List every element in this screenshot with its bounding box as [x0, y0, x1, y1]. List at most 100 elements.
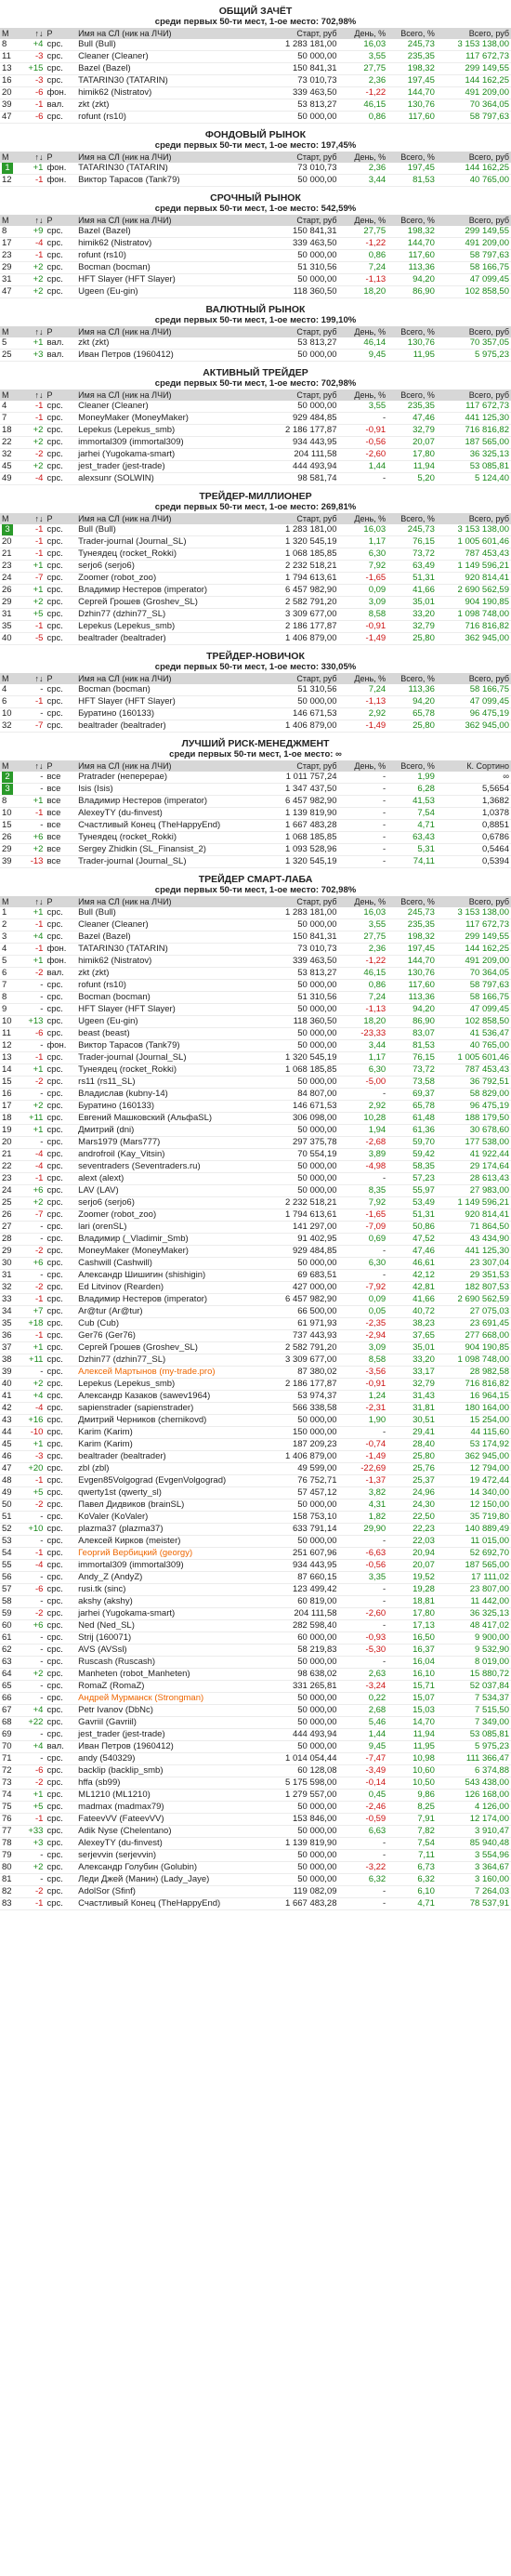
trader-name-cell[interactable]: HFT Slayer (HFT Slayer) — [76, 274, 266, 286]
trader-name-cell[interactable]: beast (beast) — [76, 1028, 266, 1040]
table-row[interactable]: 3- все Isis (Isis) 1 347 437,50-6,28 5,5654 — [0, 784, 511, 796]
table-row[interactable]: 25 +3 вал. Иван Петров (1960412) 50 000,00 9,… — [0, 350, 511, 362]
trader-name-cell[interactable]: rofunt (rs10) — [76, 250, 266, 262]
trader-name-cell[interactable]: Isis (Isis) — [76, 784, 266, 796]
table-row[interactable]: 28 - срс. Владимир (_Vladimir_Smb) 91 402,95… — [0, 1234, 511, 1246]
trader-name-cell[interactable]: Karim (Karim) — [76, 1427, 266, 1439]
trader-name-cell[interactable]: Ger76 (Ger76) — [76, 1330, 266, 1342]
trader-name-cell[interactable]: Pratrader (неперераe) — [76, 772, 266, 784]
trader-name-cell[interactable]: Счастливый Конец (TheHappyEnd) — [76, 1898, 266, 1910]
table-row[interactable]: 44 -10 срс. Karim (Karim) 150 000,00 - 29,41 44… — [0, 1427, 511, 1439]
trader-name-cell[interactable]: bealtrader (bealtrader) — [76, 633, 266, 645]
trader-name-cell[interactable]: serjevvin (serjevvin) — [76, 1850, 266, 1862]
table-row[interactable]: 15- все Счастливый Конец (TheHappyEnd) 1 66… — [0, 820, 511, 832]
table-row[interactable]: 1 +1 срс. Bull (Bull) 1 283 181,00 16,03 245,7… — [0, 907, 511, 919]
table-row[interactable]: 23 +1 срс. serjo6 (serjo6) 2 232 518,21 7,92 6… — [0, 561, 511, 573]
trader-name-cell[interactable]: TATARIN30 (TATARIN) — [76, 163, 266, 175]
trader-name-cell[interactable]: Александр Шишигин (shishigin) — [76, 1270, 266, 1282]
table-row[interactable]: 21 -4 срс. androfroil (Kay_Vitsin) 70 554,19… — [0, 1149, 511, 1161]
table-row[interactable]: 73 -2 срс. hffa (sb99) 5 175 598,00 -0,14 10,5… — [0, 1777, 511, 1790]
trader-name-cell[interactable]: Lepekus (Lepekus_smb) — [76, 1379, 266, 1391]
table-row[interactable]: 8 - срс. Bocman (bocman) 51 310,56 7,24 113,36… — [0, 992, 511, 1004]
trader-name-cell[interactable]: Sergey Zhidkin (SL_Finansist_2) — [76, 844, 266, 856]
trader-name-cell[interactable]: Алексей Кирков (meister) — [76, 1536, 266, 1548]
table-row[interactable]: 51 - срс. KoValer (KoValer) 158 753,10 1,82 22… — [0, 1512, 511, 1524]
trader-name-cell[interactable]: Cleaner (Cleaner) — [76, 919, 266, 931]
trader-name-cell[interactable]: seventraders (Seventraders.ru) — [76, 1161, 266, 1173]
trader-name-cell[interactable]: jest_trader (jest-trade) — [76, 461, 266, 473]
table-row[interactable]: 4 -1 фон. TATARIN30 (TATARIN) 73 010,73 2,36 1… — [0, 944, 511, 956]
trader-name-cell[interactable]: backlip (backlip_smb) — [76, 1765, 266, 1777]
table-row[interactable]: 23 -1 срс. rofunt (rs10) 50 000,00 0,86 117,60… — [0, 250, 511, 262]
trader-name-cell[interactable]: Тунеядец (rocket_Rokki) — [76, 832, 266, 844]
trader-name-cell[interactable]: himik62 (Nistratov) — [76, 956, 266, 968]
table-row[interactable]: 45 +2 срс. jest_trader (jest-trade) 444 493,… — [0, 461, 511, 473]
trader-name-cell[interactable]: Trader-journal (Journal_SL) — [76, 856, 266, 868]
table-row[interactable]: 2 -1 срс. Cleaner (Cleaner) 50 000,00 3,55 235… — [0, 919, 511, 931]
trader-name-cell[interactable]: rofunt (rs10) — [76, 112, 266, 124]
table-row[interactable]: 17 -4 срс. himik62 (Nistratov) 339 463,50 -1,… — [0, 238, 511, 250]
trader-name-cell[interactable]: Ugeen (Eu-gin) — [76, 286, 266, 298]
trader-name-cell[interactable]: akshy (akshy) — [76, 1596, 266, 1608]
table-row[interactable]: 20 -1 срс. Trader-journal (Journal_SL) 1 320… — [0, 536, 511, 548]
table-row[interactable]: 14 +1 срс. Тунеядец (rocket_Rokki) 1 068 185… — [0, 1064, 511, 1077]
trader-name-cell[interactable]: Zoomer (robot_zoo) — [76, 573, 266, 585]
trader-name-cell[interactable]: Дмитрий (dni) — [76, 1125, 266, 1137]
table-row[interactable]: 72 -6 срс. backlip (backlip_smb) 60 128,08 -3… — [0, 1765, 511, 1777]
table-row[interactable]: 70 +4 вал. Иван Петров (1960412) 50 000,00 9,… — [0, 1741, 511, 1753]
table-row[interactable]: 40 +2 срс. Lepekus (Lepekus_smb) 2 186 177,8… — [0, 1379, 511, 1391]
trader-name-cell[interactable]: Тунеядец (rocket_Rokki) — [76, 548, 266, 561]
trader-name-cell[interactable]: lari (orenSL) — [76, 1222, 266, 1234]
table-row[interactable]: 48 -1 срс. Evgen85Volgograd (EvgenVolgograd… — [0, 1475, 511, 1487]
table-row[interactable]: 24 +6 срс. LAV (LAV) 50 000,00 8,35 55,97 27 98… — [0, 1185, 511, 1197]
table-row[interactable]: 47 +20 срс. zbl (zbl) 49 599,00 -22,69 25,76 12… — [0, 1463, 511, 1475]
table-row[interactable]: 57 -6 срс. rusi.tk (sinc) 123 499,42 - 19,28 23… — [0, 1584, 511, 1596]
table-row[interactable]: 71 - срс. andy (540329) 1 014 054,44 -7,47 10,… — [0, 1753, 511, 1765]
table-row[interactable]: 35 -1 срс. Lepekus (Lepekus_smb) 2 186 177,8… — [0, 621, 511, 633]
trader-name-cell[interactable]: Bocman (bocman) — [76, 262, 266, 274]
table-row[interactable]: 69 - срс. jest_trader (jest-trade) 444 493,9… — [0, 1729, 511, 1741]
table-row[interactable]: 18 +11 срс. Евгений Машковский (АльфаSL) 306… — [0, 1113, 511, 1125]
trader-name-cell[interactable]: madmax (madmax79) — [76, 1802, 266, 1814]
table-row[interactable]: 26 +1 срс. Владимир Нестеров (imperator) 6 4… — [0, 585, 511, 597]
trader-name-cell[interactable]: Bull (Bull) — [76, 39, 266, 51]
table-row[interactable]: 64 +2 срс. Manheten (robot_Manheten) 98 638,… — [0, 1669, 511, 1681]
table-row[interactable]: 55 -4 срс. immortal309 (immortal309) 934 443… — [0, 1560, 511, 1572]
table-row[interactable]: 31 +5 срс. Dzhin77 (dzhin77_SL) 3 309 677,00… — [0, 609, 511, 621]
table-row[interactable]: 10 +13 срс. Ugeen (Eu-gin) 118 360,50 18,20 86… — [0, 1016, 511, 1028]
trader-name-cell[interactable]: Trader-journal (Journal_SL) — [76, 536, 266, 548]
table-row[interactable]: 39 -13 все Trader-journal (Journal_SL) 1 320… — [0, 856, 511, 868]
trader-name-cell[interactable]: Владимир Нестеров (imperator) — [76, 796, 266, 808]
trader-name-cell[interactable]: serjo6 (serjo6) — [76, 1197, 266, 1209]
trader-name-cell[interactable]: Ugeen (Eu-gin) — [76, 1016, 266, 1028]
trader-name-cell[interactable]: Bull (Bull) — [76, 907, 266, 919]
table-row[interactable]: 5 +1 фон. himik62 (Nistratov) 339 463,50 -1,2… — [0, 956, 511, 968]
table-row[interactable]: 27 - срс. lari (orenSL) 141 297,00 -7,09 50,86… — [0, 1222, 511, 1234]
table-row[interactable]: 12 -1 фон. Виктор Тарасов (Tank79) 50 000,00… — [0, 175, 511, 187]
table-row[interactable]: 59 -2 срс. jarhei (Yugokama-smart) 204 111,5… — [0, 1608, 511, 1620]
table-row[interactable]: 5 +1 вал. zkt (zkt) 53 813,27 46,14 130,76 70 3… — [0, 337, 511, 350]
table-row[interactable]: 58- срс. akshy (akshy) 60 819,00-18,81 11 44… — [0, 1596, 511, 1608]
trader-name-cell[interactable]: Dzhin77 (dzhin77_SL) — [76, 1354, 266, 1367]
trader-name-cell[interactable]: Виктор Тарасов (Tank79) — [76, 1040, 266, 1052]
table-row[interactable]: 35 +18 срс. Cub (Cub) 61 971,93 -2,35 38,23 23 … — [0, 1318, 511, 1330]
trader-name-cell[interactable]: Bull (Bull) — [76, 524, 266, 536]
table-row[interactable]: 8 +9 срс. Bazel (Bazel) 150 841,31 27,75 198,3… — [0, 226, 511, 238]
table-row[interactable]: 60 +6 срс. Ned (Ned_SL) 282 598,40 - 17,13 48 4… — [0, 1620, 511, 1632]
trader-name-cell[interactable]: Ruscash (Ruscash) — [76, 1657, 266, 1669]
trader-name-cell[interactable]: FateevVV (FateevVV) — [76, 1814, 266, 1826]
trader-name-cell[interactable]: AdolSor (Sfinf) — [76, 1886, 266, 1898]
table-row[interactable]: 8 +1 все Владимир Нестеров (imperator) 6 457… — [0, 796, 511, 808]
trader-name-cell[interactable]: alexsunr (SOLWIN) — [76, 473, 266, 485]
table-row[interactable]: 54 -1 срс. Георгий Вербицкий (georgy) 251 60… — [0, 1548, 511, 1560]
trader-name-cell[interactable]: Андрей Мурманск (Strongman) — [76, 1693, 266, 1705]
trader-name-cell[interactable]: Bocman (bocman) — [76, 684, 266, 696]
table-row[interactable]: 34 +7 срс. Ar@tur (Ar@tur) 66 500,00 0,05 40,7… — [0, 1306, 511, 1318]
table-row[interactable]: 12 - фон. Виктор Тарасов (Tank79) 50 000,00 3… — [0, 1040, 511, 1052]
table-row[interactable]: 78 +3 срс. AlexeyTY (du-finvest) 1 139 819,9… — [0, 1838, 511, 1850]
trader-name-cell[interactable]: Дмитрий Черников (chernikovd) — [76, 1415, 266, 1427]
table-row[interactable]: 43 +16 срс. Дмитрий Черников (chernikovd) 50… — [0, 1415, 511, 1427]
trader-name-cell[interactable]: Буратино (160133) — [76, 1101, 266, 1113]
table-row[interactable]: 16 -3 срс. TATARIN30 (TATARIN) 73 010,73 2,36… — [0, 75, 511, 87]
trader-name-cell[interactable]: Karim (Karim) — [76, 1439, 266, 1451]
